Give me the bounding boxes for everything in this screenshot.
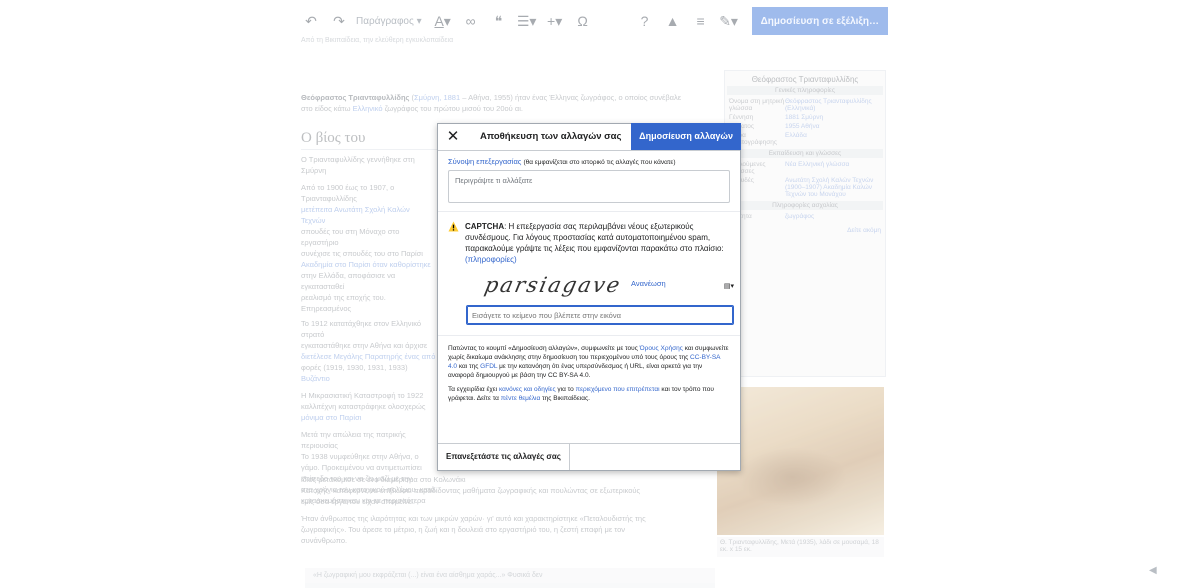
captcha-info-link[interactable]: (πληροφορίες) — [465, 255, 517, 264]
dialog-title: Αποθήκευση των αλλαγών σας — [480, 131, 622, 142]
license-terms: Πατώντας το κουμπί «Δημοσίευση αλλαγών»,… — [448, 345, 729, 402]
save-changes-dialog: ✕ Αποθήκευση των αλλαγών σας Δημοσίευση … — [437, 123, 741, 471]
gfdl-link[interactable]: GFDL — [480, 363, 497, 370]
captcha-notice: CAPTCHA: Η επεξεργασία σας περιλαμβάνει … — [448, 221, 730, 265]
captcha-refresh-link[interactable]: Ανανέωση — [631, 279, 666, 288]
dialog-body: Σύνοψη επεξεργασίας (θα εμφανίζεται στο … — [438, 151, 740, 403]
summary-help-link[interactable]: Σύνοψη επεξεργασίας — [448, 157, 521, 166]
dialog-header: ✕ Αποθήκευση των αλλαγών σας Δημοσίευση … — [438, 123, 741, 151]
allowed-content-link[interactable]: περιεχόμενο που επιτρέπεται — [576, 386, 660, 393]
captcha-row: parsiagave Ανανέωση ▤▾ — [448, 273, 734, 299]
review-changes-button[interactable]: Επανεξετάστε τις αλλαγές σας — [438, 444, 570, 470]
close-icon[interactable]: ✕ — [443, 126, 463, 148]
divider — [438, 211, 740, 212]
divider — [438, 335, 740, 336]
warning-icon — [448, 221, 459, 232]
edit-summary-input[interactable]: Περιγράψτε τι αλλάξατε — [448, 170, 730, 203]
terms-of-use-link[interactable]: Όρους Χρήσης — [640, 345, 683, 352]
captcha-image: parsiagave — [482, 273, 624, 297]
summary-label: Σύνοψη επεξεργασίας (θα εμφανίζεται στο … — [448, 157, 676, 166]
dialog-footer: Επανεξετάστε τις αλλαγές σας — [438, 443, 740, 470]
captcha-audio-icon[interactable]: ▤▾ — [720, 280, 738, 291]
policies-link[interactable]: κανόνες και οδηγίες — [499, 386, 556, 393]
captcha-input[interactable] — [466, 305, 734, 325]
publish-changes-button[interactable]: Δημοσίευση αλλαγών — [631, 123, 741, 150]
five-pillars-link[interactable]: πέντε θεμέλια — [501, 395, 541, 402]
